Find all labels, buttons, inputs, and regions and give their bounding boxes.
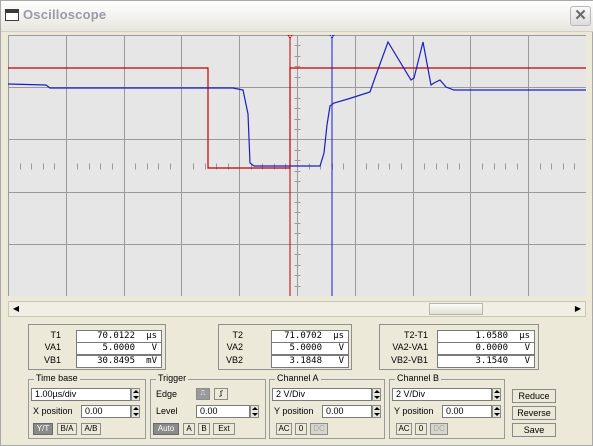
channel-b-dc-button[interactable]: DC (430, 423, 448, 435)
reverse-button[interactable]: Reverse (512, 406, 556, 420)
scope-display: 1 2 (8, 35, 586, 296)
trigger-title: Trigger (156, 373, 189, 383)
x-position-spinner-icon[interactable] (131, 405, 140, 418)
vb-diff-value: 3.1540 V (437, 355, 535, 368)
vb2-label: VB2 (225, 355, 243, 365)
time-base-title: Time base (34, 373, 80, 383)
channel-a-y-position-spinner-icon[interactable] (372, 405, 381, 418)
channel-a-ac-button[interactable]: AC (276, 423, 292, 435)
channel-b-group: Channel B 2 V/Div Y position 0.00 AC 0 D… (389, 373, 505, 439)
va-diff-value: 0.0000 V (437, 342, 535, 355)
t1-label: T1 (50, 330, 61, 340)
scroll-right-icon[interactable]: ▶ (571, 302, 585, 316)
va1-label: VA1 (44, 342, 61, 352)
time-base-spinner-icon[interactable] (131, 388, 140, 401)
close-button[interactable]: ✕ (570, 6, 591, 26)
cursor-1-label: 1 (288, 35, 292, 39)
x-position-field[interactable]: 0.00 (81, 405, 131, 418)
channel-b-y-position-label: Y position (394, 406, 434, 416)
readout-cursor-2: T2 VA2 VB2 71.0702 µs 5.0000 V 3.1848 V (218, 324, 352, 370)
vb1-value: 30.8495 mV (76, 355, 162, 368)
time-base-group: Time base 1.00µs/div X position 0.00 Y/T… (28, 373, 146, 439)
va-diff-label: VA2-VA1 (392, 342, 428, 352)
channel-a-group: Channel A 2 V/Div Y position 0.00 AC 0 D… (269, 373, 385, 439)
vb1-label: VB1 (43, 355, 61, 365)
channel-a-title: Channel A (275, 373, 321, 383)
channel-a-scale-spinner-icon[interactable] (372, 388, 381, 401)
trigger-auto-button[interactable]: Auto (153, 423, 179, 435)
t2-label: T2 (232, 330, 243, 340)
channel-a-y-position-field[interactable]: 0.00 (322, 405, 372, 418)
trigger-ext-button[interactable]: Ext (213, 423, 235, 435)
readout-cursor-1: T1 VA1 VB1 70.0122 µs 5.0000 V 30.8495 mV (28, 324, 166, 370)
edge-label: Edge (156, 389, 178, 399)
channel-b-ac-button[interactable]: AC (396, 423, 412, 435)
channel-b-scale-spinner-icon[interactable] (492, 388, 501, 401)
scope-plot: 1 2 (8, 35, 586, 296)
channel-a-y-position-label: Y position (274, 406, 314, 416)
scroll-thumb[interactable] (429, 303, 483, 315)
channel-b-title: Channel B (395, 373, 442, 383)
channel-a-zero-button[interactable]: 0 (295, 423, 307, 435)
trigger-a-button[interactable]: A (183, 423, 195, 435)
channel-b-zero-button[interactable]: 0 (415, 423, 427, 435)
va2-label: VA2 (226, 342, 243, 352)
falling-edge-icon[interactable]: ⎎ (214, 388, 228, 400)
reduce-button[interactable]: Reduce (512, 389, 556, 403)
cursor-readouts: T1 VA1 VB1 70.0122 µs 5.0000 V 30.8495 mV T… (1, 324, 593, 374)
vb2-value: 3.1848 V (271, 355, 349, 368)
t-diff-label: T2-T1 (403, 330, 428, 340)
window-title: Oscilloscope (23, 7, 107, 22)
ab-button[interactable]: A/B (81, 423, 101, 435)
va2-value: 5.0000 V (271, 342, 349, 355)
cursor-2-label: 2 (330, 35, 334, 39)
trigger-level-field[interactable]: 0.00 (196, 405, 250, 418)
oscilloscope-window: Oscilloscope ✕ 1 2 ◀ ▶ T1 VA1 VB1 70.012… (0, 0, 593, 446)
x-position-label: X position (33, 406, 73, 416)
ba-button[interactable]: B/A (57, 423, 77, 435)
rising-edge-icon[interactable]: ⎍ (196, 388, 210, 400)
channel-b-y-position-spinner-icon[interactable] (492, 405, 501, 418)
horizontal-scrollbar[interactable]: ◀ ▶ (8, 301, 586, 317)
level-label: Level (156, 406, 178, 416)
yt-button[interactable]: Y/T (33, 423, 53, 435)
vb-diff-label: VB2-VB1 (390, 355, 428, 365)
trigger-group: Trigger Edge ⎍ ⎎ Level 0.00 Auto A B Ext (150, 373, 266, 439)
scroll-left-icon[interactable]: ◀ (9, 302, 23, 316)
title-bar[interactable]: Oscilloscope ✕ (1, 1, 593, 32)
va1-value: 5.0000 V (76, 342, 162, 355)
channel-b-y-position-field[interactable]: 0.00 (442, 405, 492, 418)
window-icon (5, 9, 19, 21)
save-button[interactable]: Save (512, 423, 556, 437)
channel-b-scale-field[interactable]: 2 V/Div (392, 388, 492, 401)
channel-a-dc-button[interactable]: DC (310, 423, 328, 435)
trigger-level-spinner-icon[interactable] (250, 405, 259, 418)
readout-difference: T2-T1 VA2-VA1 VB2-VB1 1.0580 µs 0.0000 V 3… (379, 324, 539, 370)
channel-a-scale-field[interactable]: 2 V/Div (272, 388, 372, 401)
trigger-b-button[interactable]: B (198, 423, 210, 435)
time-base-field[interactable]: 1.00µs/div (31, 388, 131, 401)
